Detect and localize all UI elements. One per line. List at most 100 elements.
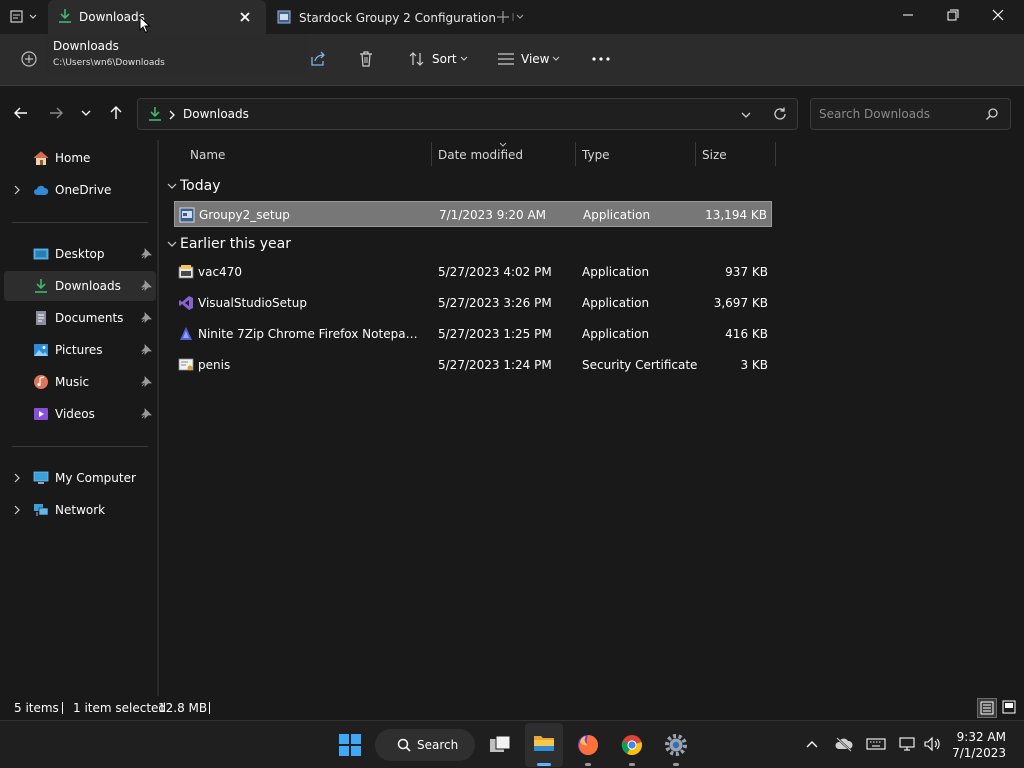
chevron-right-icon[interactable] <box>168 110 176 120</box>
search-input[interactable] <box>819 106 979 122</box>
close-icon[interactable] <box>238 10 252 24</box>
sidebar-item-network[interactable]: Network <box>4 495 156 525</box>
pin-icon[interactable] <box>140 344 152 356</box>
column-header-name[interactable]: Name <box>190 148 225 162</box>
active-app-indicator <box>537 763 551 766</box>
desktop-icon <box>33 248 49 260</box>
network-status-icon[interactable] <box>899 736 917 752</box>
new-tab-button[interactable] <box>496 9 526 25</box>
table-row[interactable]: penis 5/27/2023 1:24 PM Security Certifi… <box>174 352 772 378</box>
forward-button[interactable] <box>47 105 65 121</box>
file-type: Application <box>582 265 650 279</box>
music-icon <box>34 375 48 389</box>
visual-studio-icon <box>179 296 193 310</box>
selection-size: 12.8 MB <box>158 701 208 715</box>
clock-date[interactable]: 7/1/2023 <box>950 746 1006 760</box>
sidebar-scrollbar[interactable] <box>157 140 159 696</box>
task-view-icon[interactable] <box>488 733 512 757</box>
running-app-indicator <box>673 763 679 766</box>
sidebar-item-my-computer[interactable]: My Computer <box>4 463 156 493</box>
tab-downloads[interactable]: Downloads <box>48 0 266 34</box>
chevron-down-icon[interactable] <box>166 180 178 192</box>
restore-button[interactable] <box>941 6 965 26</box>
video-icon <box>34 408 48 420</box>
more-options-button[interactable] <box>590 54 612 64</box>
group-header-earlier-this-year[interactable]: Earlier this year <box>180 236 291 252</box>
download-icon <box>35 279 47 293</box>
pin-icon[interactable] <box>140 280 152 292</box>
cloud-icon <box>34 185 49 195</box>
clock-time[interactable]: 9:32 AM <box>950 730 1006 744</box>
sidebar-item-videos[interactable]: Videos <box>4 399 156 429</box>
file-explorer-taskbar-icon[interactable] <box>525 723 563 767</box>
address-segment[interactable]: Downloads <box>183 107 249 121</box>
column-divider[interactable] <box>431 142 432 166</box>
sidebar-item-desktop[interactable]: Desktop <box>4 239 156 269</box>
address-bar[interactable]: Downloads <box>137 98 798 130</box>
address-history-chevron-icon[interactable] <box>740 110 752 120</box>
sidebar-item-music[interactable]: Music <box>4 367 156 397</box>
recent-locations-button[interactable] <box>80 108 92 118</box>
volume-icon[interactable] <box>923 736 941 752</box>
column-header-type[interactable]: Type <box>582 148 610 162</box>
pin-icon[interactable] <box>140 248 152 260</box>
table-row[interactable]: Ninite 7Zip Chrome Firefox Notepad Inst.… <box>174 321 772 347</box>
table-row[interactable]: Groupy2_setup 7/1/2023 9:20 AM Applicati… <box>174 201 772 227</box>
window-menu-icon[interactable] <box>10 9 38 25</box>
file-size: 3,697 KB <box>713 296 768 310</box>
pin-icon[interactable] <box>140 376 152 388</box>
details-view-icon[interactable] <box>977 698 997 718</box>
sidebar-item-home[interactable]: Home <box>4 143 156 173</box>
sidebar-item-label: Home <box>55 151 91 165</box>
firefox-icon[interactable] <box>576 733 600 766</box>
table-row[interactable]: VisualStudioSetup 5/27/2023 3:26 PM Appl… <box>174 290 772 316</box>
chevron-right-icon[interactable] <box>12 473 22 483</box>
sidebar-item-label: Videos <box>55 407 95 421</box>
column-header-size[interactable]: Size <box>702 148 727 162</box>
tab-tooltip: Downloads C:\Users\wn6\Downloads <box>46 34 308 74</box>
table-row[interactable]: vac470 5/27/2023 4:02 PM Application 937… <box>174 259 772 285</box>
pin-icon[interactable] <box>140 408 152 420</box>
pin-icon[interactable] <box>140 312 152 324</box>
picture-icon <box>34 344 48 356</box>
sidebar-item-documents[interactable]: Documents <box>4 303 156 333</box>
onedrive-offline-icon[interactable] <box>834 736 854 752</box>
show-hidden-icons-chevron-icon[interactable] <box>805 738 819 750</box>
tiles-view-icon[interactable] <box>1000 698 1020 718</box>
sort-button[interactable]: Sort <box>406 48 472 70</box>
share-button[interactable] <box>309 50 327 68</box>
chrome-icon[interactable] <box>620 733 644 766</box>
file-date: 5/27/2023 4:02 PM <box>438 265 552 279</box>
delete-button[interactable] <box>357 50 375 68</box>
refresh-icon[interactable] <box>772 106 788 122</box>
up-button[interactable] <box>108 105 124 121</box>
file-list: Name Date modified Type Size Today Group… <box>160 140 1024 696</box>
groupy-app-icon <box>277 10 291 24</box>
search-box[interactable] <box>810 98 1011 130</box>
column-divider[interactable] <box>695 142 696 166</box>
view-label: View <box>521 52 550 66</box>
keyboard-icon[interactable] <box>866 737 886 751</box>
start-button[interactable] <box>338 733 362 757</box>
new-item-button[interactable] <box>20 50 38 68</box>
close-window-button[interactable] <box>986 6 1010 26</box>
minimize-button[interactable] <box>896 6 920 26</box>
taskbar: Search 9:32 AM 7/1/2023 <box>0 720 1024 768</box>
tab-groupy-configuration[interactable]: Stardock Groupy 2 Configuration <box>272 4 496 32</box>
sidebar-item-onedrive[interactable]: OneDrive <box>4 175 156 205</box>
search-icon[interactable] <box>985 107 999 121</box>
file-date: 5/27/2023 1:25 PM <box>438 327 552 341</box>
settings-gear-icon[interactable] <box>664 733 688 766</box>
column-divider[interactable] <box>775 142 776 166</box>
sidebar-item-pictures[interactable]: Pictures <box>4 335 156 365</box>
column-divider[interactable] <box>575 142 576 166</box>
group-header-today[interactable]: Today <box>180 178 221 194</box>
sidebar-item-downloads[interactable]: Downloads <box>4 271 156 301</box>
back-button[interactable] <box>12 105 30 121</box>
taskbar-search-button[interactable]: Search <box>375 729 475 761</box>
chevron-down-icon[interactable] <box>166 238 178 250</box>
chevron-right-icon[interactable] <box>12 185 22 195</box>
view-button[interactable]: View <box>495 48 563 70</box>
column-header-date[interactable]: Date modified <box>438 148 523 162</box>
chevron-right-icon[interactable] <box>12 505 22 515</box>
